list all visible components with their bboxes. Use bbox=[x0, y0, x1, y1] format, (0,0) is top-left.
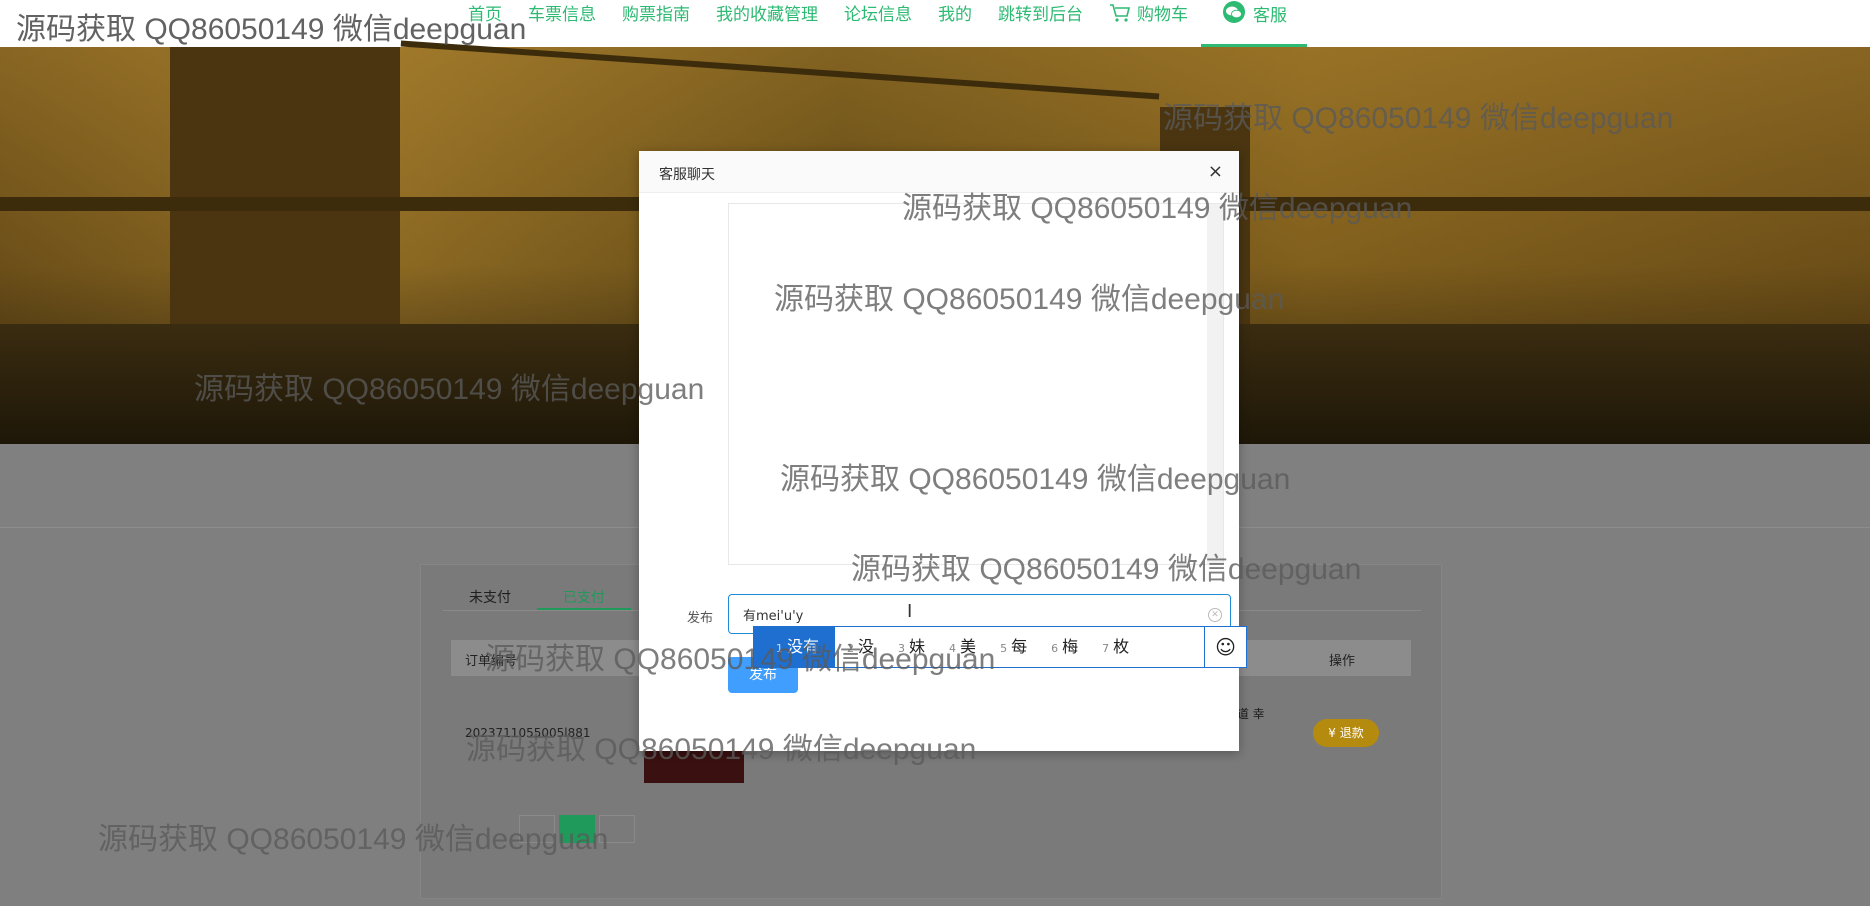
post-field-label: 发布 bbox=[687, 611, 714, 626]
emoji-icon[interactable]: ☺ bbox=[1204, 627, 1246, 667]
ime-candidate-7[interactable]: 7枚 bbox=[1090, 627, 1141, 667]
tab-unpaid[interactable]: 未支付 bbox=[443, 577, 537, 610]
close-icon[interactable]: × bbox=[1208, 163, 1223, 181]
text-cursor-icon: I bbox=[907, 601, 913, 622]
watermark-text: 源码获取 QQ86050149 微信deepguan bbox=[780, 463, 1291, 496]
watermark-text: 源码获取 QQ86050149 微信deepguan bbox=[16, 13, 527, 46]
chat-message-area[interactable] bbox=[728, 203, 1224, 565]
watermark-text: 源码获取 QQ86050149 微信deepguan bbox=[98, 823, 609, 856]
nav-my-favorites[interactable]: 我的收藏管理 bbox=[703, 0, 831, 47]
clear-input-icon[interactable]: ✕ bbox=[1208, 608, 1222, 622]
watermark-text: 源码获取 QQ86050149 微信deepguan bbox=[902, 192, 1413, 225]
watermark-text: 源码获取 QQ86050149 微信deepguan bbox=[774, 283, 1285, 316]
nav-menu: 首页 车票信息 购票指南 我的收藏管理 论坛信息 我的 跳转到后台 购物车 客服 bbox=[455, 0, 1307, 47]
ime-candidate-5[interactable]: 5每 bbox=[988, 627, 1039, 667]
nav-customer-service[interactable]: 客服 bbox=[1201, 0, 1307, 47]
cart-icon bbox=[1109, 3, 1131, 33]
nav-purchase-guide[interactable]: 购票指南 bbox=[609, 0, 703, 47]
header-actions: 操作 bbox=[1329, 654, 1356, 669]
dialog-title: 客服聊天 bbox=[659, 167, 715, 183]
watermark-text: 源码获取 QQ86050149 微信deepguan bbox=[485, 643, 996, 676]
nav-mine[interactable]: 我的 bbox=[925, 0, 985, 47]
nav-customer-service-label: 客服 bbox=[1253, 6, 1287, 26]
nav-go-to-admin[interactable]: 跳转到后台 bbox=[985, 0, 1096, 47]
wechat-icon bbox=[1221, 0, 1247, 34]
nav-ticket-info[interactable]: 车票信息 bbox=[515, 0, 609, 47]
nav-cart[interactable]: 购物车 bbox=[1096, 0, 1201, 47]
refund-icon: ¥ bbox=[1328, 726, 1340, 740]
tab-paid[interactable]: 已支付 bbox=[537, 577, 631, 610]
bridge-cable bbox=[400, 40, 1160, 100]
nav-cart-label: 购物车 bbox=[1137, 5, 1188, 25]
watermark-text: 源码获取 QQ86050149 微信deepguan bbox=[466, 733, 977, 766]
ime-candidate-6[interactable]: 6梅 bbox=[1039, 627, 1090, 667]
chat-scrollbar[interactable] bbox=[1207, 204, 1223, 564]
nav-forum[interactable]: 论坛信息 bbox=[831, 0, 925, 47]
refund-label: 退款 bbox=[1339, 726, 1364, 740]
refund-button[interactable]: ¥ 退款 bbox=[1313, 719, 1379, 747]
watermark-text: 源码获取 QQ86050149 微信deepguan bbox=[194, 373, 705, 406]
watermark-text: 源码获取 QQ86050149 微信deepguan bbox=[851, 553, 1362, 586]
watermark-text: 源码获取 QQ86050149 微信deepguan bbox=[1163, 102, 1674, 135]
